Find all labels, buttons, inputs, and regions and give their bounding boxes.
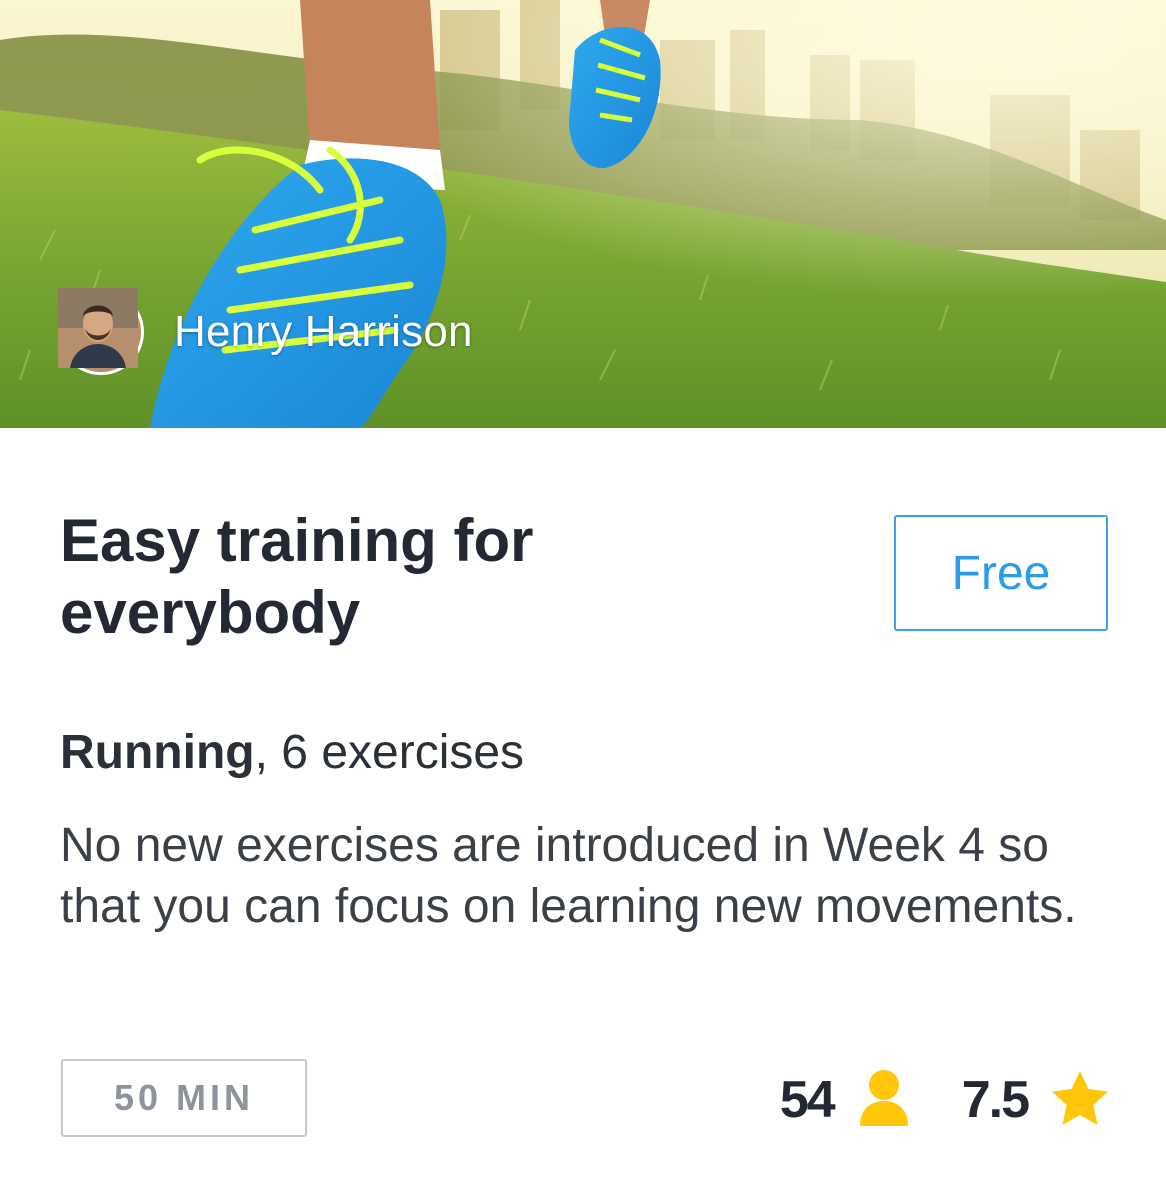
exercise-count: , 6 exercises [254,726,525,779]
rating-value: 7.5 [961,1071,1030,1129]
course-card[interactable]: Henry Harrison Easy training for everybo… [0,0,1166,1204]
author-name[interactable]: Henry Harrison [174,307,473,357]
star-icon [1050,1069,1110,1132]
avatar-portrait-icon [58,288,138,368]
person-icon [856,1068,912,1133]
course-stats: 54 7.5 [780,1068,1110,1132]
course-meta: Running, 6 exercises [60,725,524,781]
course-category: Running [60,726,255,779]
hero-image: Henry Harrison [0,0,1166,428]
author[interactable]: Henry Harrison [58,288,473,376]
course-title: Easy training for everybody [60,507,534,646]
duration-badge: 50 MIN [61,1059,307,1137]
participants-count: 54 [779,1071,836,1129]
price-button[interactable]: Free [894,515,1108,631]
author-avatar[interactable] [58,288,144,375]
course-description: No new exercises are introduced in Week … [60,819,1077,933]
